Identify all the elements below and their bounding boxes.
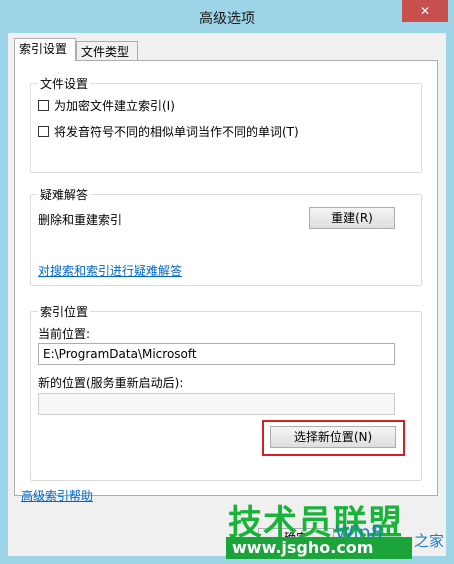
- encrypted-files-label: 为加密文件建立索引(I): [54, 99, 175, 113]
- title-bar[interactable]: 高级选项 ✕: [0, 0, 454, 32]
- advanced-index-help-link[interactable]: 高级索引帮助: [21, 487, 93, 504]
- dialog-client-area: 索引设置 文件类型 文件设置 为加密文件建立索引(I) 将发音符号不同的相似单词…: [8, 33, 446, 556]
- diacritics-checkbox[interactable]: [38, 126, 49, 137]
- close-button[interactable]: ✕: [402, 0, 448, 22]
- watermark-url: www.jsgho.com: [226, 537, 412, 559]
- rebuild-text: 删除和重建索引: [38, 213, 123, 227]
- encrypted-files-option[interactable]: 为加密文件建立索引(I): [38, 97, 175, 114]
- diacritics-option[interactable]: 将发音符号不同的相似单词当作不同的单词(T): [38, 123, 299, 140]
- current-location-field[interactable]: E:\ProgramData\Microsoft: [38, 343, 395, 365]
- select-new-location-button[interactable]: 选择新位置(N): [270, 426, 396, 448]
- watermark-suffix: 之家: [414, 532, 445, 550]
- troubleshoot-link[interactable]: 对搜索和索引进行疑难解答: [38, 262, 182, 279]
- tab-index-settings[interactable]: 索引设置: [14, 38, 76, 61]
- file-settings-legend: 文件设置: [40, 77, 89, 91]
- window-title: 高级选项: [199, 11, 255, 27]
- new-location-label: 新的位置(服务重新启动后):: [38, 376, 184, 390]
- dialog-window: 高级选项 ✕ 索引设置 文件类型 文件设置 为加密文件建立索引(I) 将发音符号…: [0, 0, 454, 564]
- troubleshoot-legend: 疑难解答: [40, 188, 89, 202]
- diacritics-label: 将发音符号不同的相似单词当作不同的单词(T): [54, 125, 299, 139]
- tab-file-types[interactable]: 文件类型: [76, 41, 138, 61]
- encrypted-files-checkbox[interactable]: [38, 100, 49, 111]
- rebuild-button[interactable]: 重建(R): [309, 207, 395, 229]
- current-location-label: 当前位置:: [38, 327, 91, 341]
- index-location-legend: 索引位置: [40, 305, 89, 319]
- new-location-field: [38, 393, 395, 415]
- tab-panel: 文件设置 为加密文件建立索引(I) 将发音符号不同的相似单词当作不同的单词(T)…: [14, 60, 438, 496]
